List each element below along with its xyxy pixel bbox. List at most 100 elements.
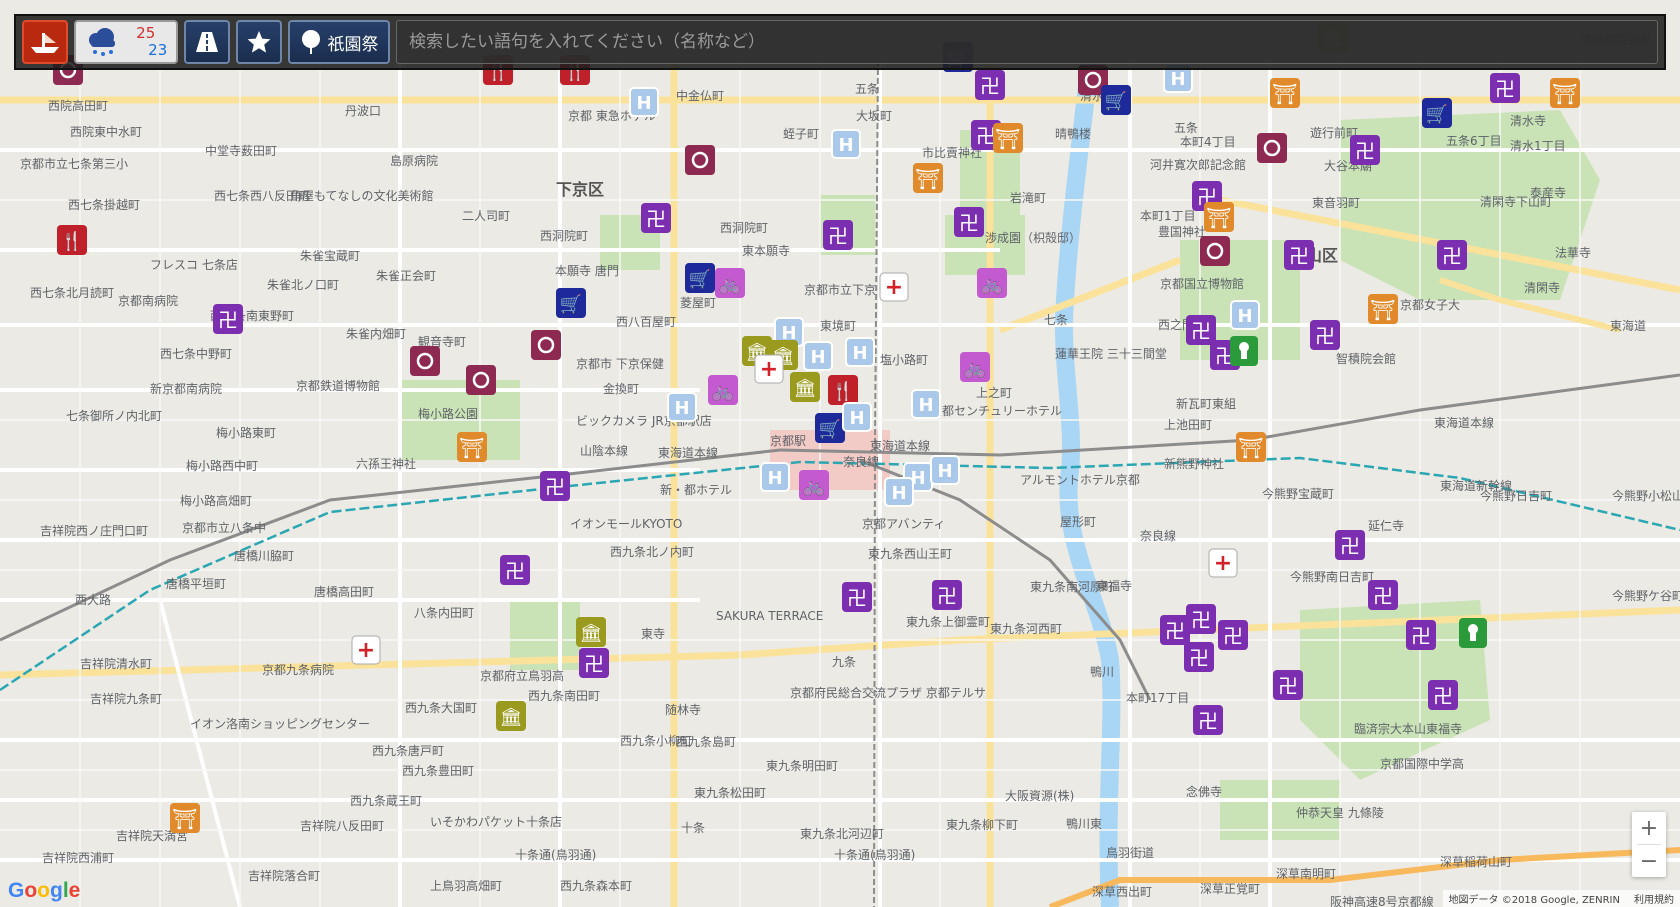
bicycle-marker[interactable]: 🚲 [977, 268, 1007, 298]
svg-text:卍: 卍 [584, 652, 604, 676]
bicycle-marker[interactable]: 🚲 [715, 268, 745, 298]
terms-link[interactable]: 利用規約 [1634, 891, 1674, 906]
shrine-marker[interactable]: ⛩ [993, 123, 1023, 153]
road-icon [196, 32, 218, 52]
search-input[interactable] [396, 20, 1658, 64]
shrine-marker[interactable]: ⛩ [1368, 294, 1398, 324]
temple-marker[interactable]: 卍 [823, 220, 853, 250]
map-label: 西九条島町 [676, 734, 736, 749]
svg-text:H: H [918, 395, 933, 416]
tomb-marker[interactable] [1459, 618, 1487, 648]
shrine-marker[interactable]: ⛩ [1270, 78, 1300, 108]
zoom-out-button[interactable]: − [1632, 845, 1666, 877]
temple-marker[interactable]: 卍 [1310, 320, 1340, 350]
temple-marker[interactable]: 卍 [1368, 580, 1398, 610]
weather-widget[interactable]: 25 23 [74, 20, 178, 64]
temple-marker[interactable]: 卍 [1428, 680, 1458, 710]
temple-marker[interactable]: 卍 [1335, 530, 1365, 560]
svg-text:🍴: 🍴 [61, 230, 83, 252]
map-label: 鴨川 [1090, 665, 1114, 679]
map-label: 今熊野宝蔵町 [1262, 486, 1334, 501]
temple-marker[interactable]: 卍 [1284, 240, 1314, 270]
temple-marker[interactable]: 卍 [213, 304, 243, 334]
temple-marker[interactable]: 卍 [500, 555, 530, 585]
restaurant-marker[interactable]: 🍴 [828, 375, 858, 405]
museum-marker[interactable]: 🏛 [790, 372, 820, 402]
shrine-marker[interactable]: ⛩ [457, 432, 487, 462]
temple-marker[interactable]: 卍 [1186, 315, 1216, 345]
temple-marker[interactable]: 卍 [1406, 620, 1436, 650]
hotel-marker[interactable]: H [845, 337, 875, 367]
favorites-button[interactable] [236, 20, 282, 64]
app-logo-button[interactable] [22, 20, 68, 64]
shrine-marker[interactable]: ⛩ [1204, 202, 1234, 232]
temple-marker[interactable]: 卍 [932, 580, 962, 610]
shopping-marker[interactable]: 🛒 [556, 288, 586, 318]
shopping-marker[interactable]: 🛒 [1101, 85, 1131, 115]
shopping-marker[interactable]: 🛒 [1422, 98, 1452, 128]
hospital-marker[interactable]: + [351, 635, 381, 665]
shopping-marker[interactable]: 🛒 [685, 263, 715, 293]
map-label: 京都アバンティ [862, 517, 945, 531]
camera-marker[interactable] [1257, 133, 1287, 163]
hotel-marker[interactable]: H [760, 462, 790, 492]
temple-marker[interactable]: 卍 [1273, 670, 1303, 700]
bicycle-marker[interactable]: 🚲 [799, 470, 829, 500]
road-button[interactable] [184, 20, 230, 64]
camera-marker[interactable] [410, 346, 440, 376]
bicycle-marker[interactable]: 🚲 [708, 375, 738, 405]
shrine-marker[interactable]: ⛩ [913, 163, 943, 193]
tomb-marker[interactable] [1230, 336, 1258, 366]
shopping-marker[interactable]: 🛒 [815, 413, 845, 443]
gion-festival-button[interactable]: 祇園祭 [288, 20, 390, 64]
shrine-marker[interactable]: ⛩ [1550, 78, 1580, 108]
temple-marker[interactable]: 卍 [1490, 73, 1520, 103]
map-canvas[interactable]: 下京区東山区西院高田町西院東中水町丹波口島原病院京都市立七条第三小中堂寺薮田町西… [0, 0, 1680, 907]
hospital-marker[interactable]: + [879, 272, 909, 302]
map-label: 中堂寺薮田町 [205, 143, 277, 158]
map-label: 唐橋高田町 [314, 584, 374, 599]
hospital-marker[interactable]: + [754, 354, 784, 384]
hotel-marker[interactable]: H [1230, 300, 1260, 330]
temple-marker[interactable]: 卍 [842, 582, 872, 612]
temple-marker[interactable]: 卍 [579, 648, 609, 678]
hotel-marker[interactable]: H [930, 455, 960, 485]
hospital-marker[interactable]: + [1208, 548, 1238, 578]
camera-marker[interactable] [685, 145, 715, 175]
hotel-marker[interactable]: H [831, 129, 861, 159]
temple-marker[interactable]: 卍 [975, 70, 1005, 100]
camera-marker[interactable] [531, 330, 561, 360]
shrine-marker[interactable]: ⛩ [1236, 432, 1266, 462]
temple-marker[interactable]: 卍 [1193, 705, 1223, 735]
shrine-marker[interactable]: ⛩ [170, 803, 200, 833]
camera-marker[interactable] [466, 365, 496, 395]
museum-marker[interactable]: 🏛 [496, 701, 526, 731]
temple-marker[interactable]: 卍 [1218, 620, 1248, 650]
temple-marker[interactable]: 卍 [1160, 615, 1190, 645]
hotel-marker[interactable]: H [884, 477, 914, 507]
map-label: 梅小路公園 [418, 406, 478, 421]
map-label: 十条通(鳥羽通) [834, 847, 915, 862]
map-label: イオン洛南ショッピングセンター [190, 716, 370, 731]
temple-marker[interactable]: 卍 [641, 203, 671, 233]
temple-marker[interactable]: 卍 [1350, 135, 1380, 165]
zoom-in-button[interactable]: + [1632, 812, 1666, 844]
camera-marker[interactable] [1200, 236, 1230, 266]
temple-marker[interactable]: 卍 [540, 471, 570, 501]
museum-marker[interactable]: 🏛 [576, 617, 606, 647]
hotel-marker[interactable]: H [803, 341, 833, 371]
map-label: 梅小路東町 [216, 425, 276, 440]
temple-marker[interactable]: 卍 [1184, 642, 1214, 672]
restaurant-marker[interactable]: 🍴 [57, 225, 87, 255]
hotel-marker[interactable]: H [842, 402, 872, 432]
map-label: 角屋もてなしの文化美術館 [290, 188, 434, 203]
map-label: 延仁寺 [1368, 519, 1404, 533]
temple-marker[interactable]: 卍 [954, 207, 984, 237]
hotel-marker[interactable]: H [911, 389, 941, 419]
hotel-marker[interactable]: H [629, 87, 659, 117]
bicycle-marker[interactable]: 🚲 [960, 352, 990, 382]
hotel-marker[interactable]: H [667, 392, 697, 422]
temple-marker[interactable]: 卍 [1186, 604, 1216, 634]
temple-marker[interactable]: 卍 [1437, 240, 1467, 270]
map-label: 東海道本線 [658, 445, 718, 460]
